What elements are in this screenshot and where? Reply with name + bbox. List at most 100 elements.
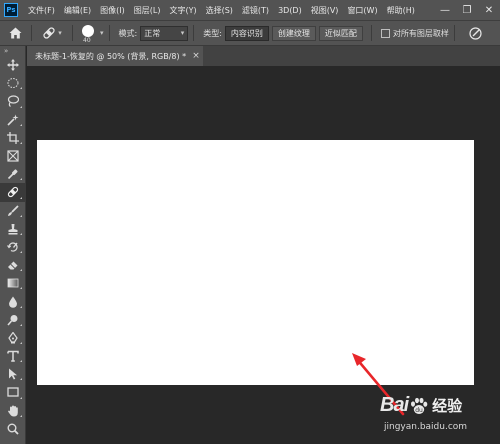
- menu-bar: Ps 文件(F) 编辑(E) 图像(I) 图层(L) 文字(Y) 选择(S) 滤…: [0, 0, 500, 20]
- gradient-icon: [7, 278, 19, 288]
- minimize-button[interactable]: —: [434, 0, 456, 20]
- dodge-icon: [7, 314, 18, 326]
- brush-tool[interactable]: [0, 202, 26, 220]
- baidu-jingyan-watermark: Bai du 经验 jingyan.baidu.com: [380, 394, 498, 442]
- document-tab-title: 未标题-1-恢复的 @ 50% (背景, RGB/8) *: [35, 51, 187, 61]
- baidu-logo: Bai du 经验: [380, 394, 462, 417]
- lasso-icon: [7, 95, 19, 108]
- arrow-icon: [9, 368, 17, 380]
- rectangle-icon: [7, 387, 19, 398]
- menu-view[interactable]: 视图(V): [311, 5, 339, 16]
- eyedropper-tool[interactable]: [0, 165, 26, 183]
- move-tool[interactable]: [0, 56, 26, 74]
- pressure-pen-icon: [469, 26, 483, 40]
- options-bar: ▾ 40 ▾ 模式: 正常 ▾ 类型: 内容识别 创建纹理 近似匹配 对所有图层…: [0, 20, 500, 46]
- mode-value: 正常: [144, 28, 161, 38]
- document-tab[interactable]: 未标题-1-恢复的 @ 50% (背景, RGB/8) * ×: [27, 46, 203, 66]
- jingyan-label: 经验: [432, 397, 463, 415]
- workspace: [27, 66, 500, 444]
- menu-filter[interactable]: 滤镜(T): [242, 5, 269, 16]
- blur-tool[interactable]: [0, 292, 26, 310]
- brush-tip-icon: [82, 25, 94, 37]
- lasso-tool[interactable]: [0, 92, 26, 110]
- photoshop-logo[interactable]: Ps: [4, 3, 18, 17]
- menu-layer[interactable]: 图层(L): [134, 5, 161, 16]
- chevron-down-icon: ▾: [58, 29, 62, 37]
- spot-healing-brush-tool[interactable]: [0, 183, 26, 202]
- pressure-size-button[interactable]: [466, 23, 486, 43]
- type-icon: [7, 350, 19, 362]
- crop-tool[interactable]: [0, 129, 26, 147]
- separator: [453, 25, 455, 41]
- separator: [31, 25, 32, 41]
- pen-tool[interactable]: [0, 329, 26, 347]
- baidu-logo-bai: Bai: [380, 394, 409, 416]
- tools-panel: »: [0, 46, 26, 444]
- separator: [370, 25, 372, 41]
- close-button[interactable]: ✕: [478, 0, 500, 20]
- zoom-icon: [7, 423, 19, 435]
- document-canvas[interactable]: [37, 140, 474, 385]
- menu-window[interactable]: 窗口(W): [347, 5, 377, 16]
- sample-all-layers-label: 对所有图层取样: [392, 28, 449, 38]
- svg-text:du: du: [415, 407, 423, 414]
- stamp-icon: [8, 223, 18, 235]
- mode-select[interactable]: 正常 ▾: [140, 25, 189, 41]
- magic-wand-icon: [7, 114, 19, 126]
- magic-wand-tool[interactable]: [0, 111, 26, 129]
- eraser-tool[interactable]: [0, 256, 26, 274]
- mode-label: 模式:: [118, 28, 138, 38]
- marquee-tool[interactable]: [0, 74, 26, 92]
- restore-button[interactable]: ❐: [456, 0, 478, 20]
- brush-picker[interactable]: 40: [78, 23, 98, 44]
- path-selection-tool[interactable]: [0, 365, 26, 383]
- menu-3d[interactable]: 3D(D): [278, 6, 302, 15]
- marquee-icon: [7, 78, 19, 89]
- menu-help[interactable]: 帮助(H): [387, 5, 415, 16]
- bandage-icon: [43, 27, 55, 39]
- frame-icon: [7, 150, 19, 162]
- close-tab-icon[interactable]: ×: [192, 51, 200, 61]
- bandage-icon: [7, 187, 19, 198]
- sample-all-layers-checkbox[interactable]: [380, 28, 390, 38]
- window-controls: — ❐ ✕: [434, 0, 500, 20]
- pen-icon: [8, 331, 18, 344]
- menu-edit[interactable]: 编辑(E): [64, 5, 91, 16]
- brush-icon: [8, 204, 19, 216]
- type-content-aware-button[interactable]: 内容识别: [224, 25, 269, 41]
- dodge-tool[interactable]: [0, 311, 26, 329]
- menu-select[interactable]: 选择(S): [206, 5, 233, 16]
- hand-icon: [8, 405, 18, 417]
- drop-icon: [9, 296, 17, 308]
- history-brush-tool[interactable]: [0, 238, 26, 256]
- eyedropper-icon: [7, 169, 18, 180]
- chevron-down-icon[interactable]: ▾: [100, 29, 104, 37]
- home-icon: [9, 27, 21, 39]
- zoom-tool[interactable]: [0, 420, 26, 438]
- menu-type[interactable]: 文字(Y): [169, 5, 196, 16]
- gradient-tool[interactable]: [0, 274, 26, 292]
- document-tab-strip: 未标题-1-恢复的 @ 50% (背景, RGB/8) * ×: [27, 46, 500, 66]
- chevron-down-icon: ▾: [180, 29, 185, 37]
- home-button[interactable]: [4, 23, 26, 43]
- menu-image[interactable]: 图像(I): [100, 5, 125, 16]
- paw-icon: du: [411, 397, 428, 414]
- tool-preset-picker[interactable]: ▾: [37, 23, 67, 43]
- menu-file[interactable]: 文件(F): [28, 5, 55, 16]
- eraser-icon: [8, 261, 18, 270]
- panel-collapse-icon[interactable]: »: [0, 46, 25, 56]
- move-icon: [7, 59, 19, 72]
- brush-size: 40: [83, 37, 91, 44]
- separator: [108, 25, 110, 41]
- crop-icon: [7, 131, 19, 144]
- type-tool[interactable]: [0, 347, 26, 365]
- history-brush-icon: [7, 242, 18, 252]
- frame-tool[interactable]: [0, 147, 26, 165]
- type-label: 类型:: [203, 28, 222, 38]
- clone-stamp-tool[interactable]: [0, 220, 26, 238]
- type-create-texture-button[interactable]: 创建纹理: [271, 25, 316, 41]
- rectangle-tool[interactable]: [0, 383, 26, 401]
- hand-tool[interactable]: [0, 402, 26, 420]
- type-proximity-match-button[interactable]: 近似匹配: [318, 25, 363, 41]
- separator: [72, 25, 73, 41]
